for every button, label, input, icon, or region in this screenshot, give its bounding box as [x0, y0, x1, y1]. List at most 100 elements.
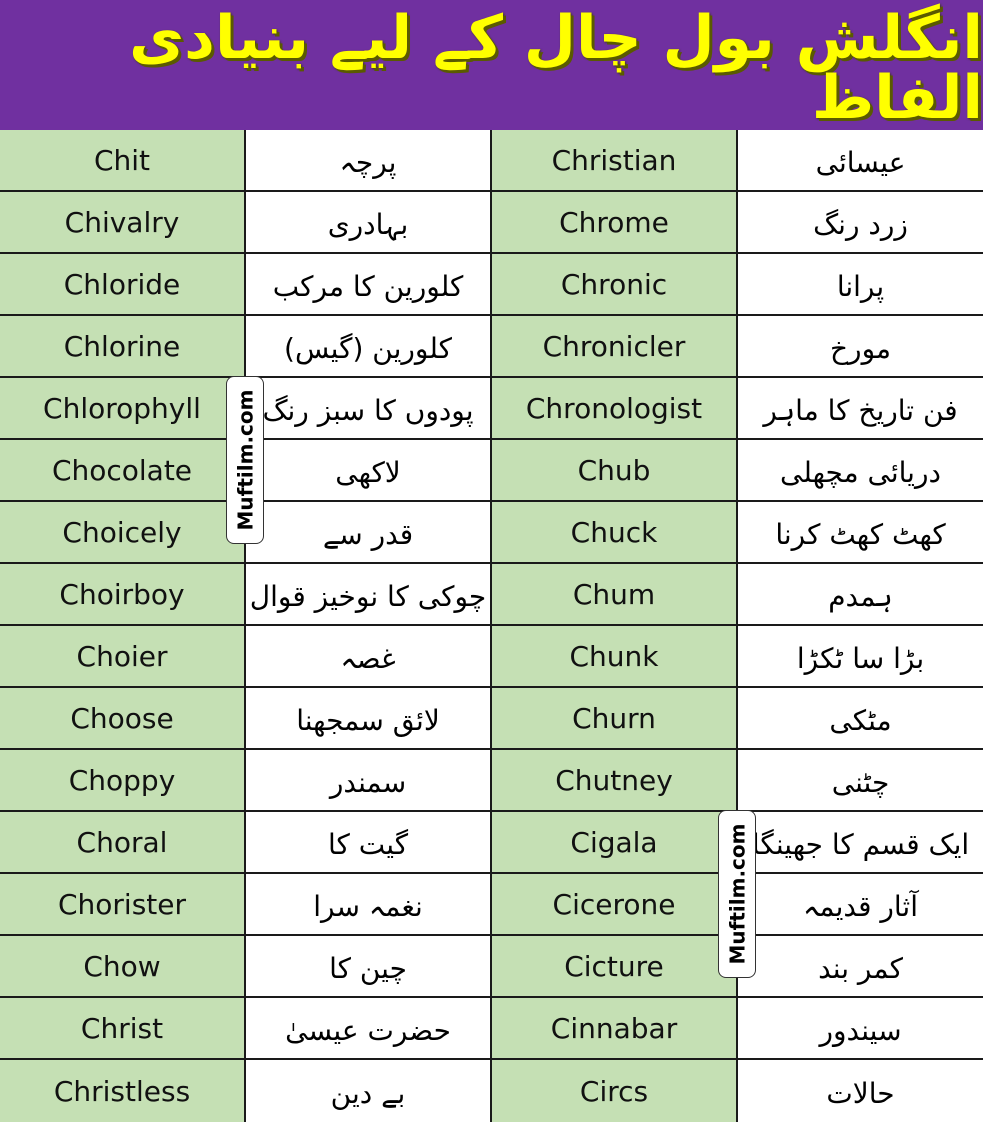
english-word: Chloride	[63, 267, 181, 301]
english-word-cell: Choicely	[0, 502, 246, 564]
english-word-cell: Circs	[492, 1060, 738, 1122]
urdu-meaning: کھٹ کھٹ کرنا	[775, 517, 946, 551]
urdu-meaning-cell: آثار قدیمہ	[738, 874, 983, 936]
watermark-text: Muftilm.com	[233, 389, 257, 531]
urdu-meaning: دریائی مچھلی	[780, 455, 941, 489]
english-word: Chocolate	[51, 453, 193, 487]
english-word-cell: Choose	[0, 688, 246, 750]
english-word-cell: Chit	[0, 130, 246, 192]
english-word: Cicture	[564, 949, 664, 983]
urdu-meaning-cell: عیسائی	[738, 130, 983, 192]
urdu-meaning-cell: کمر بند	[738, 936, 983, 998]
english-word-cell: Chow	[0, 936, 246, 998]
english-word: Chrome	[559, 205, 669, 239]
urdu-meaning: نغمہ سرا	[313, 889, 423, 923]
english-word-cell: Christian	[492, 130, 738, 192]
urdu-meaning: گیت کا	[327, 827, 409, 861]
english-word-cell: Cinnabar	[492, 998, 738, 1060]
urdu-meaning-cell: لاکھی	[246, 440, 492, 502]
urdu-meaning: آثار قدیمہ	[803, 889, 918, 923]
watermark-badge-right: Muftilm.com	[718, 810, 756, 978]
english-word-cell: Chum	[492, 564, 738, 626]
urdu-meaning: چوکی کا نوخیز قوال	[249, 579, 487, 613]
urdu-meaning: بہادری	[327, 207, 409, 241]
urdu-meaning-cell: کلورین کا مرکب	[246, 254, 492, 316]
english-word-cell: Chub	[492, 440, 738, 502]
english-word: Chronologist	[525, 391, 703, 425]
english-word-cell: Cigala	[492, 812, 738, 874]
english-word: Christ	[80, 1011, 164, 1045]
vocabulary-table: Chit پرچہ Christian عیسائی Chivalry بہادری Chr…	[0, 130, 983, 1122]
english-word-cell: Choirboy	[0, 564, 246, 626]
english-word: Christless	[53, 1074, 191, 1108]
urdu-meaning-cell: لائق سمجھنا	[246, 688, 492, 750]
urdu-meaning-cell: بہادری	[246, 192, 492, 254]
urdu-meaning-cell: چوکی کا نوخیز قوال	[246, 564, 492, 626]
english-word: Chronic	[560, 267, 668, 301]
urdu-meaning: کمر بند	[818, 951, 903, 985]
english-word-cell: Chunk	[492, 626, 738, 688]
page-title: انگلش بول چال کے لیے بنیادی الفاظ	[129, 3, 983, 133]
urdu-meaning: حضرت عیسیٰ	[285, 1013, 451, 1047]
english-word-cell: Chronologist	[492, 378, 738, 440]
english-word-cell: Cicerone	[492, 874, 738, 936]
english-word-cell: Chlorophyll	[0, 378, 246, 440]
urdu-meaning-cell: حضرت عیسیٰ	[246, 998, 492, 1060]
urdu-meaning-cell: کلورین (گیس)	[246, 316, 492, 378]
english-word: Chunk	[569, 639, 659, 673]
english-word-cell: Chrome	[492, 192, 738, 254]
english-word: Chutney	[555, 763, 673, 797]
urdu-meaning-cell: مورخ	[738, 316, 983, 378]
english-word: Chub	[577, 453, 651, 487]
english-word: Chit	[93, 143, 151, 177]
urdu-meaning: زرد رنگ	[813, 207, 908, 241]
urdu-meaning-cell: چٹنی	[738, 750, 983, 812]
english-word: Chivalry	[64, 205, 180, 239]
urdu-meaning-cell: ایک قسم کا جھینگا	[738, 812, 983, 874]
urdu-meaning-cell: بے دین	[246, 1060, 492, 1122]
english-word: Chlorine	[63, 329, 181, 363]
english-word: Chlorophyll	[43, 391, 201, 425]
urdu-meaning-cell: قدر سے	[246, 502, 492, 564]
urdu-meaning-cell: گیت کا	[246, 812, 492, 874]
urdu-meaning-cell: فن تاریخ کا ماہر	[738, 378, 983, 440]
english-word-cell: Choppy	[0, 750, 246, 812]
urdu-meaning: کلورین (گیس)	[284, 331, 452, 365]
english-word-cell: Chronic	[492, 254, 738, 316]
english-word-cell: Christless	[0, 1060, 246, 1122]
urdu-meaning: کلورین کا مرکب	[272, 269, 464, 303]
english-word: Christian	[551, 143, 677, 177]
english-word-cell: Chocolate	[0, 440, 246, 502]
english-word-cell: Chlorine	[0, 316, 246, 378]
english-word-cell: Churn	[492, 688, 738, 750]
urdu-meaning: بڑا سا ٹکڑا	[796, 641, 925, 675]
urdu-meaning: ہمدم	[828, 579, 893, 613]
english-word: Chow	[83, 949, 161, 983]
urdu-meaning-cell: دریائی مچھلی	[738, 440, 983, 502]
urdu-meaning-cell: پودوں کا سبز رنگ	[246, 378, 492, 440]
english-word-cell: Chloride	[0, 254, 246, 316]
english-word: Choose	[70, 701, 174, 735]
english-word: Chuck	[570, 515, 658, 549]
urdu-meaning-cell: کھٹ کھٹ کرنا	[738, 502, 983, 564]
english-word: Chorister	[57, 887, 187, 921]
urdu-meaning: چٹنی	[831, 765, 890, 799]
english-word-cell: Christ	[0, 998, 246, 1060]
urdu-meaning-cell: بڑا سا ٹکڑا	[738, 626, 983, 688]
urdu-meaning: پودوں کا سبز رنگ	[262, 393, 474, 427]
english-word: Choicely	[62, 515, 182, 549]
urdu-meaning: سیندور	[819, 1013, 902, 1047]
english-word: Churn	[572, 701, 656, 735]
urdu-meaning: چین کا	[329, 951, 407, 985]
urdu-meaning: لائق سمجھنا	[296, 703, 440, 737]
urdu-meaning-cell: ہمدم	[738, 564, 983, 626]
urdu-meaning-cell: پرچہ	[246, 130, 492, 192]
english-word-cell: Cicture	[492, 936, 738, 998]
english-word: Cicerone	[552, 887, 676, 921]
english-word: Circs	[579, 1074, 649, 1108]
urdu-meaning: فن تاریخ کا ماہر	[763, 393, 958, 427]
english-word-cell: Choral	[0, 812, 246, 874]
english-word: Choppy	[68, 763, 176, 797]
watermark-text: Muftilm.com	[725, 823, 749, 965]
english-word-cell: Chivalry	[0, 192, 246, 254]
